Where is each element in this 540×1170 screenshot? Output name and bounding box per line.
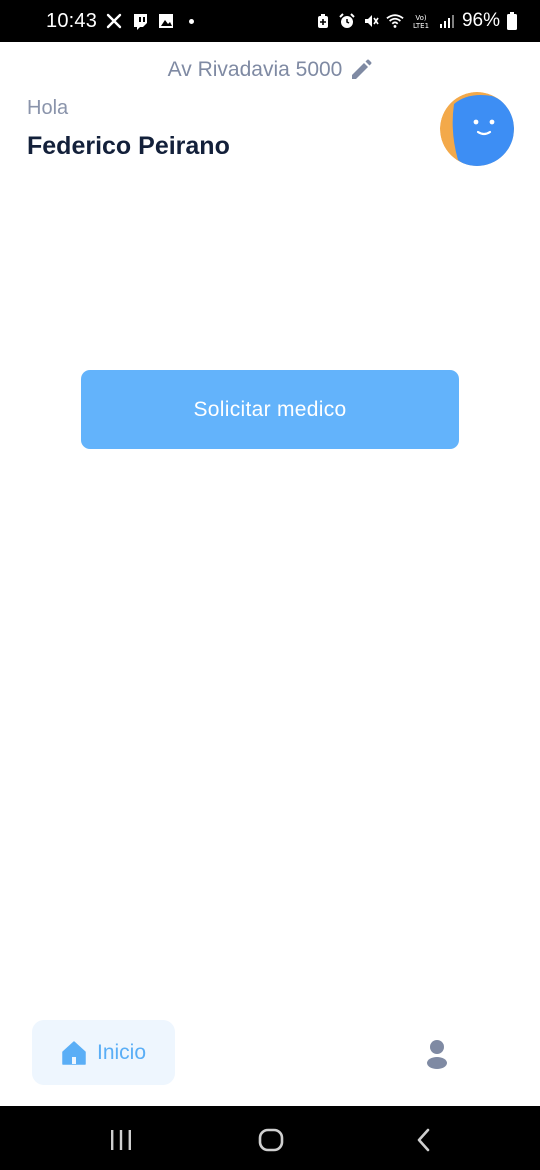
wifi-icon: [386, 12, 404, 30]
x-icon: [105, 12, 123, 30]
recents-icon[interactable]: [107, 1126, 135, 1154]
battery-percent: 96%: [461, 10, 500, 31]
home-icon: [61, 1040, 87, 1066]
picture-icon: [157, 12, 175, 30]
status-time: 10:43: [46, 9, 98, 32]
notification-dot: [189, 18, 195, 24]
status-right: Vo) LTE1 96%: [314, 10, 518, 32]
bottom-nav: Inicio: [0, 1004, 540, 1106]
address-text[interactable]: Av Rivadavia 5000: [168, 58, 343, 82]
pencil-icon[interactable]: [350, 59, 372, 81]
mute-icon: [362, 12, 380, 30]
system-nav-bar: [0, 1106, 540, 1170]
back-icon[interactable]: [410, 1126, 438, 1154]
request-doctor-button[interactable]: Solicitar medico: [81, 370, 459, 449]
avatar[interactable]: [440, 92, 514, 166]
svg-text:Vo): Vo): [415, 14, 427, 22]
alarm-icon: [338, 12, 356, 30]
greeting-text: Hola: [27, 97, 69, 119]
home-circle-icon[interactable]: [257, 1126, 285, 1154]
volte-icon: Vo) LTE1: [410, 12, 432, 30]
address-selector[interactable]: Av Rivadavia 5000: [0, 56, 540, 84]
status-bar: 10:43 Vo) LTE1 96%: [0, 0, 540, 42]
nav-item-inicio[interactable]: Inicio: [32, 1020, 175, 1085]
user-name: Federico Peirano: [27, 132, 230, 160]
svg-text:LTE1: LTE1: [413, 22, 429, 29]
nav-item-label: Inicio: [96, 1040, 147, 1064]
battery-icon: [506, 12, 518, 30]
battery-saver-icon: [314, 12, 332, 30]
user-icon: [426, 1039, 448, 1069]
app-screen: 10:43 Vo) LTE1 96% Av Rivadavia 5000 Hol…: [0, 0, 540, 1170]
twitch-icon: [131, 12, 149, 30]
status-left: 10:43: [46, 9, 195, 33]
nav-item-profile[interactable]: [418, 1034, 456, 1074]
signal-icon: [438, 12, 456, 30]
